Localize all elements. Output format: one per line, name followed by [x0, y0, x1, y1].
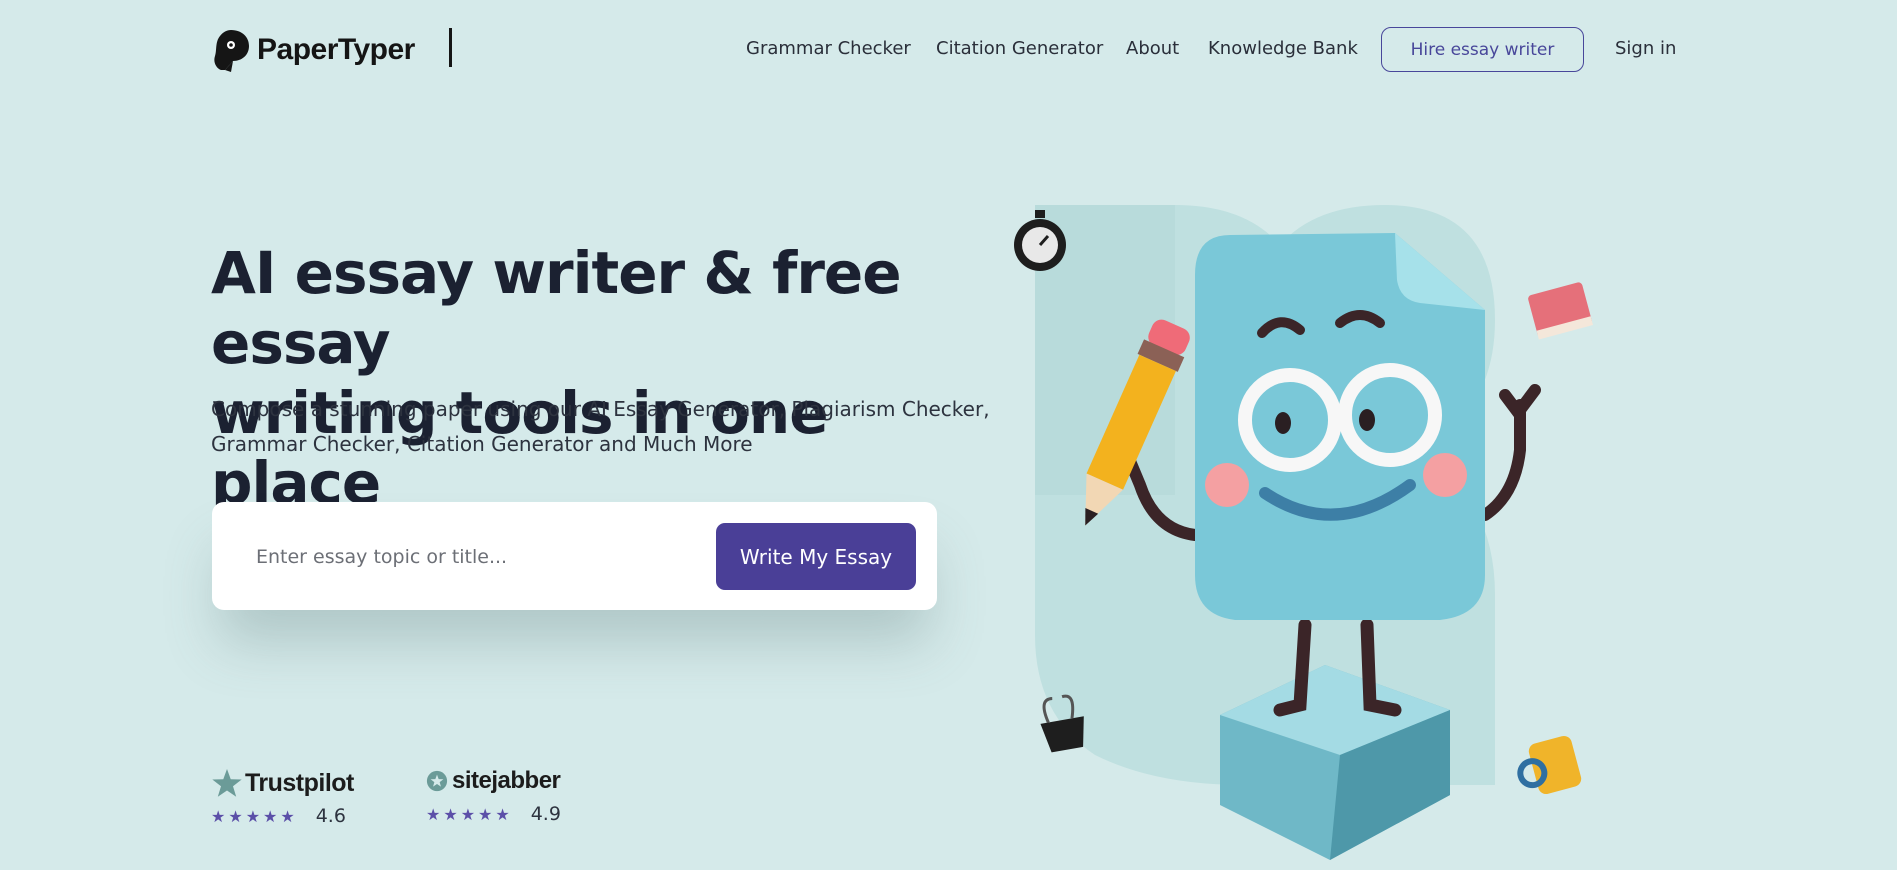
nav-knowledge-bank[interactable]: Knowledge Bank [1208, 26, 1358, 72]
hero-subtitle: Compose a stunning paper using our AI Es… [211, 392, 1001, 462]
write-my-essay-button[interactable]: Write My Essay [716, 523, 916, 590]
sitejabber-stars: ★★★★★ [426, 804, 513, 824]
trustpilot-stars: ★★★★★ [211, 806, 298, 826]
hero-title-line-1: AI essay writer & free essay [211, 239, 902, 377]
hire-essay-writer-button[interactable]: Hire essay writer [1381, 27, 1584, 72]
nav-about[interactable]: About [1126, 26, 1179, 72]
main-nav: Grammar Checker Citation Generator About… [0, 26, 1897, 74]
star-icon [212, 769, 242, 797]
sitejabber-star-icon [426, 770, 448, 792]
sitejabber-score: 4.9 [530, 803, 561, 825]
sign-in-link[interactable]: Sign in [1615, 26, 1676, 72]
trustpilot-rating[interactable]: Trustpilot ★★★★★ 4.6 [211, 767, 354, 828]
hero-title: AI essay writer & free essay writing too… [211, 238, 1011, 518]
essay-search-card: Write My Essay [212, 502, 937, 610]
essay-topic-input[interactable] [254, 528, 658, 586]
trustpilot-score: 4.6 [315, 805, 346, 827]
book-icon [1528, 282, 1593, 340]
nav-grammar-checker[interactable]: Grammar Checker [746, 26, 911, 72]
sitejabber-name: sitejabber [452, 767, 561, 794]
nav-citation-generator[interactable]: Citation Generator [936, 26, 1103, 72]
hero-subtitle-line-1: Compose a stunning paper using our AI Es… [211, 397, 990, 421]
sitejabber-rating[interactable]: sitejabber ★★★★★ 4.9 [426, 767, 561, 825]
hero-subtitle-line-2: Grammar Checker, Citation Generator and … [211, 432, 753, 456]
hero-illustration [1014, 205, 1593, 860]
trustpilot-name: Trustpilot [245, 768, 354, 797]
mug-icon [1517, 735, 1582, 795]
